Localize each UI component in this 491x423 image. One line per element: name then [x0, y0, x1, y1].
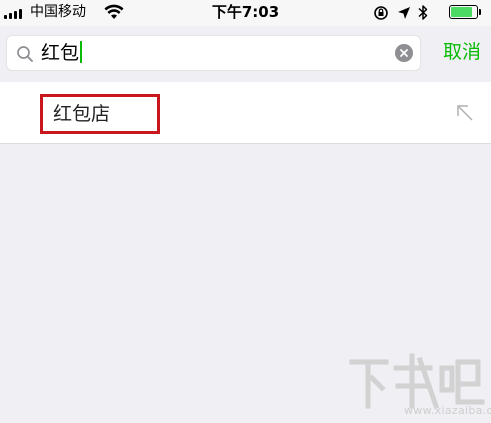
fill-arrow-icon[interactable]: [455, 103, 475, 123]
bluetooth-icon: [418, 5, 428, 20]
suggestion-list: 红包店: [0, 82, 491, 144]
list-item[interactable]: 红包店: [0, 82, 491, 143]
clear-icon[interactable]: [395, 44, 413, 62]
text-cursor: [80, 41, 83, 63]
highlight-annotation: [40, 94, 160, 134]
status-indicators: [373, 3, 483, 23]
search-query-field[interactable]: 红包: [41, 41, 83, 65]
search-icon: [17, 46, 33, 62]
location-arrow-icon: [398, 7, 410, 19]
battery-icon: [449, 5, 483, 20]
orientation-lock-icon: [374, 6, 388, 20]
status-bar: 中国移动 下午7:03: [0, 0, 491, 26]
search-input[interactable]: 红包: [6, 35, 421, 71]
search-header: 红包 取消: [0, 26, 491, 81]
search-query-text: 红包: [41, 42, 80, 64]
watermark-url: www.xiazaiba.com: [404, 404, 491, 417]
battery-level: [451, 7, 472, 17]
cancel-button[interactable]: 取消: [443, 40, 481, 64]
